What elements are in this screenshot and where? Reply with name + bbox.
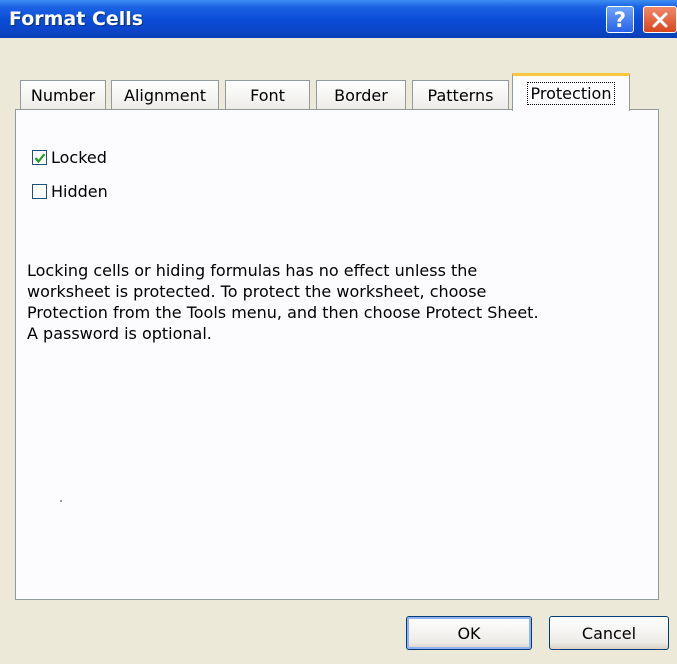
artifact-dot	[60, 500, 62, 502]
tab-number[interactable]: Number	[20, 80, 106, 110]
hidden-option[interactable]: Hidden	[32, 182, 108, 201]
close-icon	[652, 12, 668, 27]
protection-panel: Locked Hidden Locking cells or hiding fo…	[15, 109, 659, 600]
format-cells-dialog: Format Cells ? Number Alignment Font Bor…	[0, 0, 677, 664]
close-button[interactable]	[643, 6, 677, 33]
help-icon: ?	[613, 7, 627, 32]
title-bar[interactable]: Format Cells ?	[0, 0, 677, 38]
tab-protection[interactable]: Protection	[512, 73, 630, 111]
hidden-label: Hidden	[51, 182, 108, 201]
tab-alignment-label: Alignment	[124, 86, 206, 105]
tab-alignment[interactable]: Alignment	[111, 80, 219, 110]
tab-border[interactable]: Border	[316, 80, 406, 110]
tab-patterns-label: Patterns	[427, 86, 494, 105]
tab-font-label: Font	[250, 86, 285, 105]
locked-option[interactable]: Locked	[32, 148, 107, 167]
hidden-checkbox[interactable]	[32, 184, 47, 199]
help-button[interactable]: ?	[606, 6, 634, 33]
cancel-label: Cancel	[581, 623, 637, 643]
locked-checkbox[interactable]	[32, 150, 47, 165]
ok-button[interactable]: OK	[406, 616, 532, 650]
tab-number-label: Number	[30, 86, 96, 105]
tab-protection-label: Protection	[526, 82, 616, 105]
dialog-title: Format Cells	[9, 8, 144, 30]
checkmark-icon	[34, 152, 45, 163]
tab-border-label: Border	[334, 86, 388, 105]
locked-label: Locked	[51, 148, 107, 167]
cancel-button[interactable]: Cancel	[549, 616, 669, 650]
tab-font[interactable]: Font	[225, 80, 310, 110]
protection-description: Locking cells or hiding formulas has no …	[27, 261, 539, 343]
tab-patterns[interactable]: Patterns	[412, 80, 509, 110]
ok-label: OK	[457, 623, 481, 643]
